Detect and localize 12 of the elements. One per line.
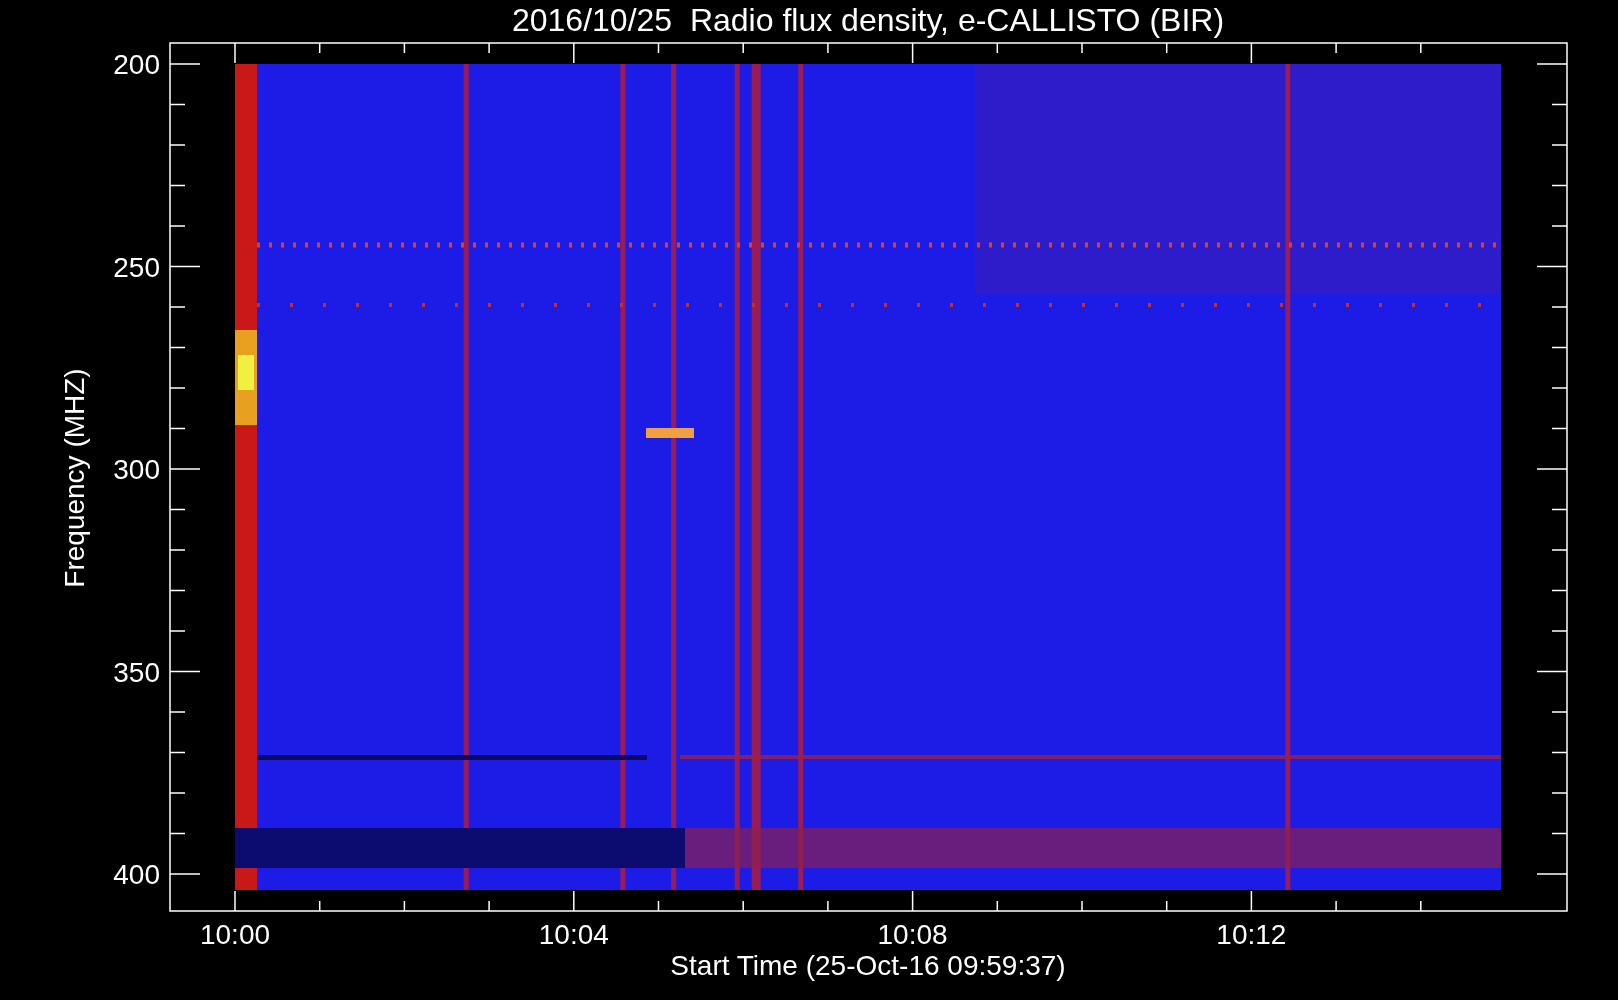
y-tick-label: 350 bbox=[113, 656, 160, 688]
x-axis-label: Start Time (25-Oct-16 09:59:37) bbox=[670, 950, 1066, 981]
x-tick-label: 10:12 bbox=[1216, 919, 1287, 950]
y-tick-label: 200 bbox=[113, 49, 160, 80]
x-tick-label: 10:00 bbox=[199, 919, 271, 950]
x-tick-label: 10:04 bbox=[538, 919, 609, 950]
y-tick-label: 250 bbox=[113, 251, 160, 283]
x-tick-label: 10:08 bbox=[877, 919, 948, 950]
chart-title: 2016/10/25 Radio flux density, e-CALLISTO (BIR) bbox=[511, 2, 1225, 38]
y-tick-label: 400 bbox=[113, 859, 160, 890]
y-tick-label: 300 bbox=[113, 454, 160, 485]
y-axis-label: Frequency (MHZ) bbox=[59, 368, 90, 588]
